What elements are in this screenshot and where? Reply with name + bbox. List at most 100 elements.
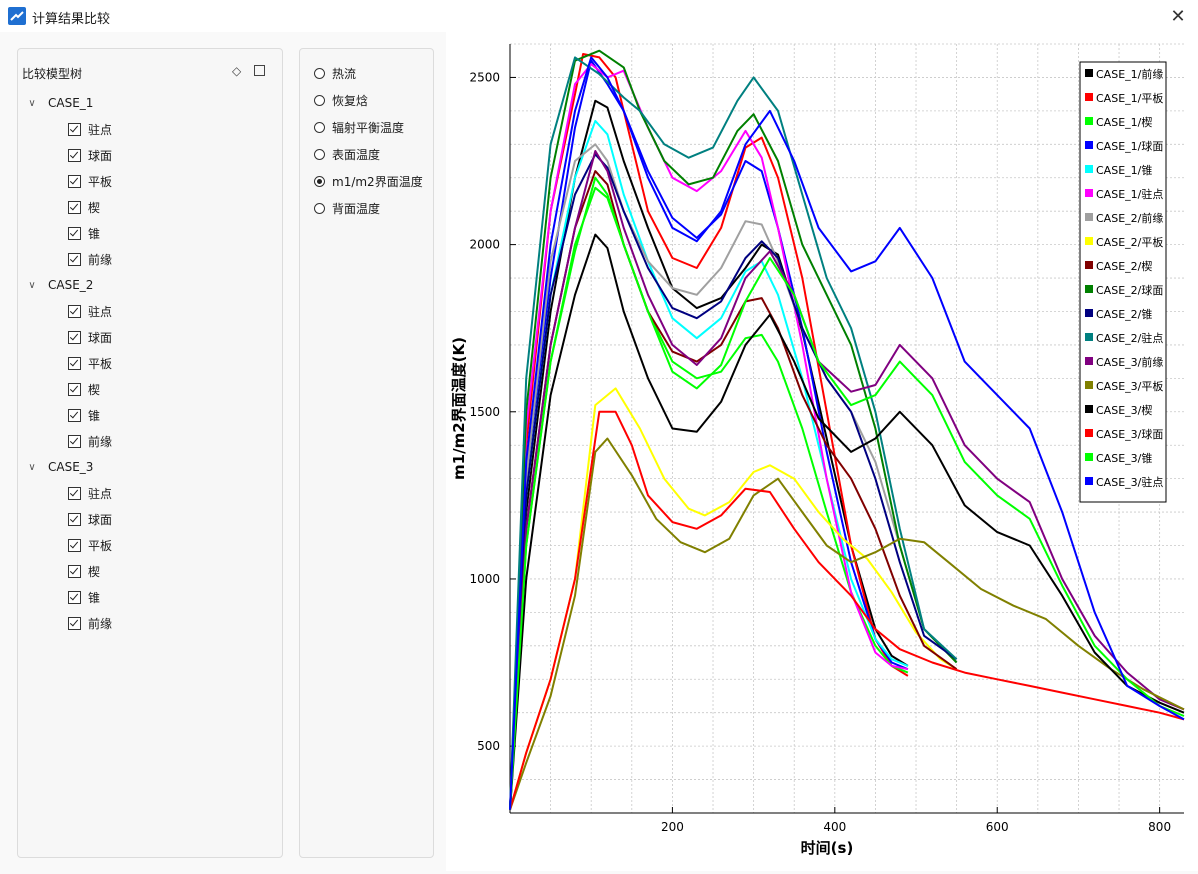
tree-item[interactable]: 前缘 (68, 248, 112, 270)
legend-swatch (1085, 69, 1093, 77)
x-tick-label: 800 (1148, 820, 1171, 834)
checkbox-checked-icon[interactable] (68, 590, 81, 604)
legend-swatch (1085, 357, 1093, 365)
chevron-down-icon[interactable]: ∨ (26, 462, 38, 473)
tree-item[interactable]: 驻点 (68, 118, 112, 140)
tree-item-label: 前缘 (88, 252, 113, 267)
radio-icon[interactable] (314, 202, 325, 214)
legend-label: CASE_1/驻点 (1096, 187, 1163, 201)
radio-icon[interactable] (314, 148, 325, 160)
checkbox-checked-icon[interactable] (68, 616, 81, 630)
tree-item[interactable]: 平板 (68, 352, 112, 374)
legend-swatch (1085, 165, 1093, 173)
checkbox-checked-icon[interactable] (68, 538, 81, 552)
tree-item[interactable]: 平板 (68, 170, 112, 192)
checkbox-checked-icon[interactable] (68, 434, 81, 448)
series-line (509, 53, 909, 810)
legend-label: CASE_2/锥 (1096, 308, 1152, 321)
checkbox-checked-icon[interactable] (68, 330, 81, 344)
plot-area: 200 400 600 800 500 1000 1500 2000 2500 时间(s) m1/m… (446, 32, 1198, 871)
quantity-option-label: 表面温度 (332, 147, 381, 162)
checkbox-checked-icon[interactable] (68, 122, 81, 136)
tree-item-label: 锥 (88, 590, 101, 605)
legend-swatch (1085, 141, 1093, 149)
tree-item[interactable]: 球面 (68, 326, 112, 348)
radio-icon[interactable] (314, 94, 325, 106)
title-bar: 计算结果比较 ✕ (0, 0, 1198, 32)
tree-case[interactable]: ∨ CASE_1 (18, 92, 93, 114)
checkbox-checked-icon[interactable] (68, 512, 81, 526)
checkbox-checked-icon[interactable] (68, 148, 81, 162)
legend-label: CASE_1/楔 (1096, 116, 1152, 129)
quantity-option-label: 背面温度 (332, 201, 381, 216)
chevron-down-icon[interactable]: ∨ (26, 98, 38, 109)
legend-swatch (1085, 333, 1093, 341)
quantity-option-label: 辐射平衡温度 (332, 120, 405, 135)
tree-item[interactable]: 驻点 (68, 482, 112, 504)
checkbox-checked-icon[interactable] (68, 200, 81, 214)
radio-icon[interactable] (314, 121, 325, 133)
tree-item[interactable]: 平板 (68, 534, 112, 556)
checkbox-checked-icon[interactable] (68, 356, 81, 370)
radio-icon[interactable] (314, 67, 325, 79)
tree-item-label: 平板 (88, 174, 113, 189)
quantity-option-label: 恢复焓 (332, 93, 369, 108)
radio-selected-icon[interactable] (314, 175, 325, 187)
quantity-option[interactable]: 辐射平衡温度 (314, 116, 404, 138)
tree-item[interactable]: 楔 (68, 378, 100, 400)
legend-label: CASE_2/平板 (1096, 235, 1163, 249)
tree-item[interactable]: 前缘 (68, 430, 112, 452)
series-line (509, 49, 958, 810)
legend-swatch (1085, 453, 1093, 461)
series-line (509, 59, 909, 810)
chevron-down-icon[interactable]: ∨ (26, 280, 38, 291)
quantity-option-label: m1/m2界面温度 (332, 174, 423, 189)
quantity-option-label: 热流 (332, 66, 357, 81)
tree-item[interactable]: 锥 (68, 404, 100, 426)
legend-label: CASE_3/楔 (1096, 404, 1152, 417)
tree-case[interactable]: ∨ CASE_3 (18, 456, 93, 478)
tree-item[interactable]: 楔 (68, 560, 100, 582)
legend-label: CASE_1/平板 (1096, 91, 1163, 105)
tree-case[interactable]: ∨ CASE_2 (18, 274, 93, 296)
y-tick-label: 1500 (469, 405, 500, 419)
tree-item-label: 前缘 (88, 434, 113, 449)
checkbox-checked-icon[interactable] (68, 174, 81, 188)
tree-item[interactable]: 锥 (68, 586, 100, 608)
tree-item[interactable]: 球面 (68, 508, 112, 530)
legend-swatch (1085, 189, 1093, 197)
tree-item[interactable]: 驻点 (68, 300, 112, 322)
tree-item-label: 平板 (88, 356, 113, 371)
tree-case-label: CASE_3 (48, 460, 94, 474)
x-tick-label: 600 (986, 820, 1009, 834)
legend-label: CASE_1/前缘 (1096, 67, 1163, 81)
tree-item[interactable]: 楔 (68, 196, 100, 218)
line-chart: 200 400 600 800 500 1000 1500 2000 2500 时间(s) m1/m… (450, 43, 1185, 857)
legend-swatch (1085, 381, 1093, 389)
collapse-all-icon[interactable]: ◇ (232, 64, 241, 78)
check-all-icon[interactable] (254, 64, 265, 78)
tree-item[interactable]: 球面 (68, 144, 112, 166)
x-axis-label: 时间(s) (801, 839, 854, 857)
checkbox-checked-icon[interactable] (68, 408, 81, 422)
quantity-option[interactable]: m1/m2界面温度 (314, 170, 423, 192)
tree-item-label: 锥 (88, 408, 101, 423)
checkbox-checked-icon[interactable] (68, 252, 81, 266)
quantity-option[interactable]: 背面温度 (314, 197, 380, 219)
checkbox-checked-icon[interactable] (68, 226, 81, 240)
legend-label: CASE_2/驻点 (1096, 331, 1163, 345)
checkbox-checked-icon[interactable] (68, 486, 81, 500)
checkbox-checked-icon[interactable] (68, 304, 81, 318)
tree-item-label: 楔 (88, 564, 101, 579)
quantity-option[interactable]: 恢复焓 (314, 89, 368, 111)
legend-label: CASE_3/前缘 (1096, 355, 1163, 369)
tree-item[interactable]: 前缘 (68, 612, 112, 634)
legend-label: CASE_1/球面 (1096, 139, 1163, 153)
legend-label: CASE_2/楔 (1096, 260, 1152, 273)
tree-item[interactable]: 锥 (68, 222, 100, 244)
quantity-option[interactable]: 热流 (314, 62, 356, 84)
checkbox-checked-icon[interactable] (68, 382, 81, 396)
checkbox-checked-icon[interactable] (68, 564, 81, 578)
quantity-option[interactable]: 表面温度 (314, 143, 380, 165)
close-icon[interactable]: ✕ (1158, 0, 1198, 32)
